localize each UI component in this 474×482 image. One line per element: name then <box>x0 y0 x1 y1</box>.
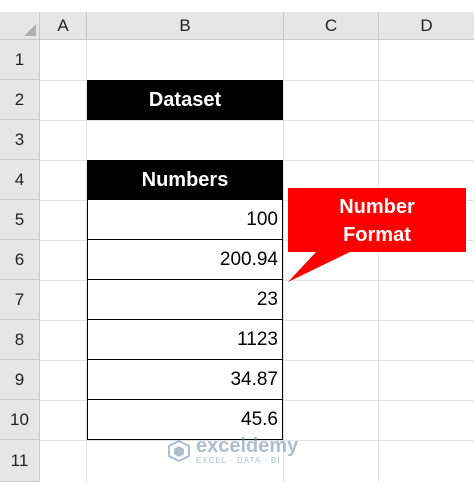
dataset-title-cell[interactable]: Dataset <box>87 80 283 120</box>
number-cell[interactable]: 45.6 <box>87 400 283 440</box>
number-cell[interactable]: 100 <box>87 200 283 240</box>
watermark: exceldemy EXCEL · DATA · BI <box>168 436 298 465</box>
row-header-10[interactable]: 10 <box>0 400 40 440</box>
exceldemy-logo-icon <box>168 439 190 462</box>
row-header-1[interactable]: 1 <box>0 40 40 80</box>
watermark-name: exceldemy <box>196 435 299 457</box>
number-cell[interactable]: 34.87 <box>87 360 283 400</box>
number-cell[interactable]: 1123 <box>87 320 283 360</box>
row-header-9[interactable]: 9 <box>0 360 40 400</box>
row-header-6[interactable]: 6 <box>0 240 40 280</box>
toolbar-strip <box>0 0 474 12</box>
callout-line-2: Format <box>343 224 411 246</box>
row-header-5[interactable]: 5 <box>0 200 40 240</box>
column-header-b[interactable]: B <box>87 12 284 40</box>
column-header-c[interactable]: C <box>284 12 379 40</box>
column-header-a[interactable]: A <box>40 12 87 40</box>
row-header-8[interactable]: 8 <box>0 320 40 360</box>
number-cell[interactable]: 200.94 <box>87 240 283 280</box>
watermark-tagline: EXCEL · DATA · BI <box>196 456 281 465</box>
grid-line <box>40 120 474 121</box>
number-cell[interactable]: 23 <box>87 280 283 320</box>
row-header-2[interactable]: 2 <box>0 80 40 120</box>
row-header-11[interactable]: 11 <box>0 440 40 482</box>
row-header-7[interactable]: 7 <box>0 280 40 320</box>
column-header-d[interactable]: D <box>379 12 474 40</box>
callout-line-1: Number <box>339 196 415 218</box>
select-all-button[interactable] <box>0 12 40 40</box>
row-header-3[interactable]: 3 <box>0 120 40 160</box>
callout-text: Number Format <box>288 190 466 252</box>
row-header-4[interactable]: 4 <box>0 160 40 200</box>
select-all-triangle-icon <box>24 24 36 36</box>
numbers-header-cell[interactable]: Numbers <box>87 160 283 200</box>
